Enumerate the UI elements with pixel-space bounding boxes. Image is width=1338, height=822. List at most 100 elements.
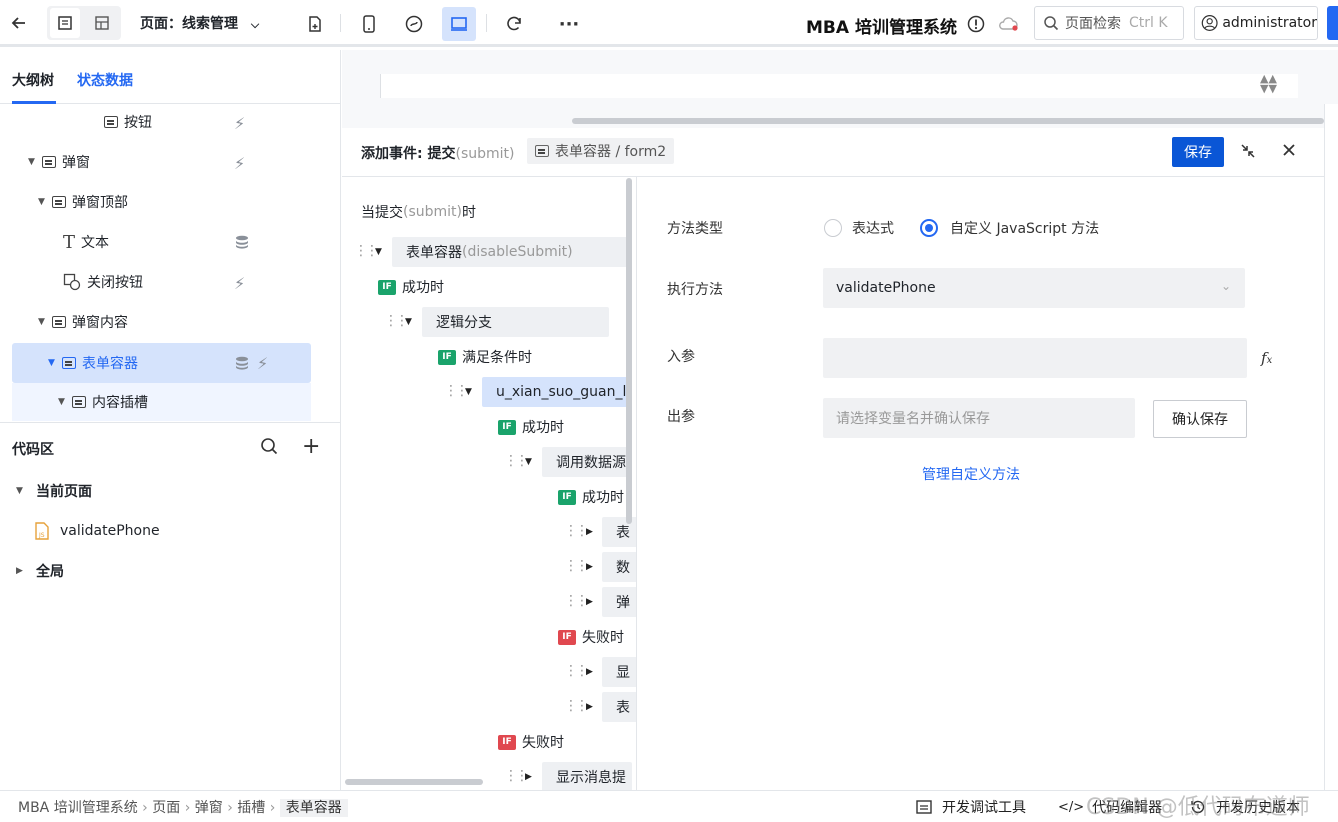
code-editor-button[interactable]: </> 代码编辑器 [1058,797,1162,817]
breadcrumb-item[interactable]: MBA 培训管理系统 [18,800,138,816]
drag-handle-icon[interactable]: ⋮⋮ [354,243,379,259]
formula-fx-icon[interactable]: fx [1261,349,1272,367]
tree-node-close-button[interactable]: 关闭按钮 [63,263,143,301]
if-success-badge: IF [558,489,576,505]
component-icon [52,196,66,208]
drag-handle-icon[interactable]: ⋮⋮ [384,313,409,329]
code-group-current-page[interactable]: ▼ 当前页面 [16,472,92,510]
close-icon[interactable] [1282,143,1296,161]
radio-expression[interactable] [824,219,842,237]
caret-down-icon[interactable]: ▼ [16,486,30,496]
exec-method-label: 执行方法 [667,282,723,298]
tab-state-data[interactable]: 状态数据 [77,70,133,90]
flow-node-action[interactable]: 弹 [602,587,636,617]
branch-success: IF 成功时 [558,482,624,512]
event-bolt-icon[interactable]: ⚡︎ [234,114,245,133]
tree-node-form-container[interactable]: ▼ 表单容器 [48,344,138,382]
caret-down-icon[interactable]: ▼ [465,387,472,397]
search-icon[interactable] [260,437,278,459]
tree-node-content-slot[interactable]: ▼ 内容插槽 [58,383,148,421]
flow-node-action[interactable]: 数 [602,552,636,582]
drag-handle-icon[interactable]: ⋮⋮ [564,663,589,679]
flow-node-action[interactable]: 表 [602,692,636,722]
canvas-scrollbar[interactable] [572,118,1324,124]
caret-down-icon[interactable]: ▼ [58,397,72,407]
event-bolt-icon[interactable]: ⚡︎ [234,274,245,293]
event-bolt-icon[interactable]: ⚡︎ [234,154,245,173]
caret-down-icon[interactable]: ▼ [375,247,382,257]
output-variable-field[interactable]: 请选择变量名并确认保存 [823,398,1135,438]
layout-view-icon[interactable] [87,8,117,38]
user-menu[interactable]: administrator [1194,6,1318,40]
breadcrumb-item-current[interactable]: 表单容器 [279,799,348,817]
miniprogram-preview-icon[interactable] [399,9,429,39]
caret-down-icon[interactable]: ▼ [28,157,42,167]
caret-down-icon[interactable]: ▼ [48,358,62,368]
drag-handle-icon[interactable]: ⋮⋮ [564,523,589,539]
database-icon[interactable] [235,356,249,374]
publish-button-edge[interactable] [1327,6,1338,40]
drag-handle-icon[interactable]: ⋮⋮ [564,558,589,574]
radio-custom-js[interactable] [920,219,938,237]
mobile-preview-icon[interactable] [354,9,384,39]
flow-node-message[interactable]: 显示消息提 [542,762,632,790]
database-icon[interactable] [235,235,249,253]
collapse-icon[interactable] [1240,143,1256,163]
caret-down-icon[interactable]: ▼ [525,457,532,467]
drag-handle-icon[interactable]: ⋮⋮ [504,453,529,469]
caret-down-icon[interactable]: ▼ [405,317,412,327]
history-versions-button[interactable]: 开发历史版本 [1190,797,1300,817]
save-button[interactable]: 保存 [1172,137,1224,167]
caret-down-icon[interactable]: ▼ [38,317,52,327]
confirm-save-button[interactable]: 确认保存 [1153,400,1247,438]
more-icon[interactable]: ··· [554,9,584,39]
caret-right-icon[interactable]: ▶ [586,667,593,677]
drag-handle-icon[interactable]: ⋮⋮ [444,383,469,399]
tree-node-dialog[interactable]: ▼ 弹窗 [28,143,90,181]
code-file-validatephone[interactable]: JS validatePhone [34,512,160,550]
tree-node-button[interactable]: 按钮 [104,103,152,141]
caret-right-icon[interactable]: ▶ [586,702,593,712]
desktop-preview-icon[interactable] [442,7,476,41]
page-search-box[interactable]: 页面检索 Ctrl K [1034,6,1184,40]
sort-arrows-icon[interactable]: ▲▲ ▼▼ [1260,73,1277,94]
caret-right-icon[interactable]: ▶ [16,566,30,576]
flow-node-function[interactable]: u_xian_suo_guan_li [482,377,632,407]
event-bolt-icon[interactable]: ⚡︎ [257,354,268,373]
flow-horizontal-scrollbar[interactable] [345,779,483,785]
drag-handle-icon[interactable]: ⋮⋮ [564,698,589,714]
caret-right-icon[interactable]: ▶ [586,562,593,572]
tab-outline[interactable]: 大纲树 [12,70,54,90]
code-group-global[interactable]: ▶ 全局 [16,552,64,590]
breadcrumb-item[interactable]: 插槽 [237,800,265,816]
page-selector[interactable]: 页面：线索管理 ⌵ [140,13,259,33]
flow-node-logic-branch[interactable]: 逻辑分支 [422,307,609,337]
back-arrow-icon[interactable] [4,8,34,38]
input-params-field[interactable] [823,338,1247,378]
info-icon[interactable] [961,9,991,39]
exec-method-select[interactable]: validatePhone ⌄ [823,268,1245,308]
breadcrumb-item[interactable]: 页面 [152,800,180,816]
drag-handle-icon[interactable]: ⋮⋮ [564,593,589,609]
tree-node-dialog-header[interactable]: ▼ 弹窗顶部 [38,183,128,221]
cloud-sync-icon[interactable] [994,9,1024,39]
add-icon[interactable]: + [302,434,320,459]
flow-node-datasource[interactable]: 调用数据源 [542,447,632,477]
flow-vertical-scrollbar[interactable] [626,178,632,524]
caret-right-icon[interactable]: ▶ [586,527,593,537]
flow-node-action[interactable]: 显 [602,657,636,687]
tree-node-text[interactable]: T 文本 [63,223,109,261]
tree-node-dialog-content[interactable]: ▼ 弹窗内容 [38,303,128,341]
caret-down-icon[interactable]: ▼ [38,197,52,207]
dev-tools-button[interactable]: 开发调试工具 [916,797,1026,817]
caret-right-icon[interactable]: ▶ [586,597,593,607]
breadcrumb-item[interactable]: 弹窗 [195,800,223,816]
refresh-icon[interactable] [499,9,529,39]
drag-handle-icon[interactable]: ⋮⋮ [504,768,529,784]
add-page-icon[interactable] [300,9,330,39]
caret-right-icon[interactable]: ▶ [525,772,532,782]
component-icon [535,145,549,157]
flow-node-form-container[interactable]: 表单容器 (disableSubmit) [392,237,628,267]
manage-custom-methods-link[interactable]: 管理自定义方法 [922,464,1020,484]
page-view-icon[interactable] [50,8,80,38]
